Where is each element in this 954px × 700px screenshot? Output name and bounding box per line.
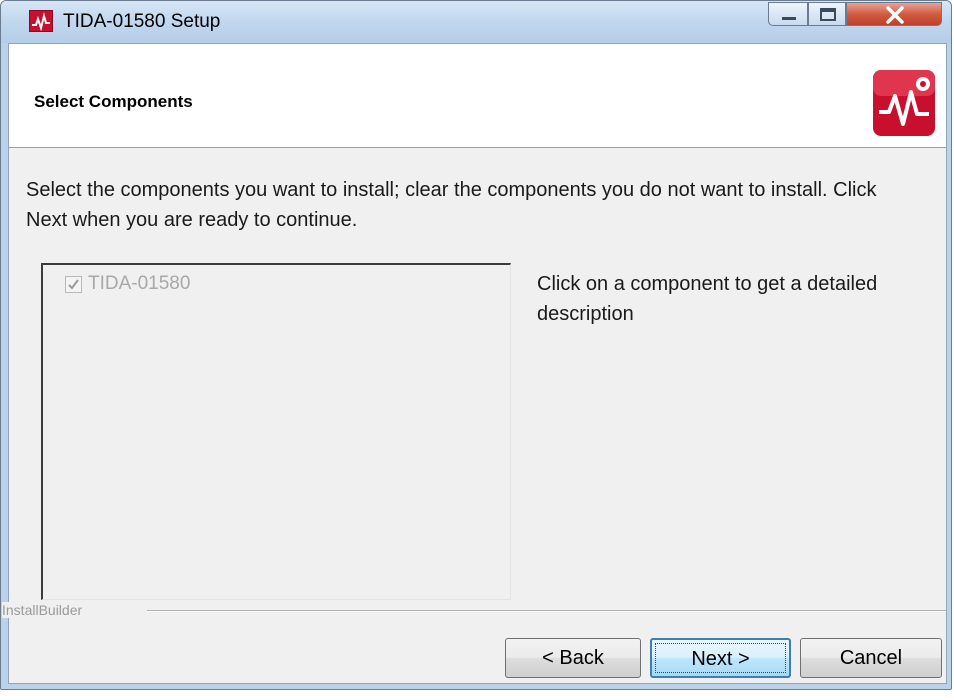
page-header: Select Components [9, 44, 946, 148]
close-icon [886, 6, 904, 24]
setup-window: TIDA-01580 Setup Select Components Selec… [0, 0, 952, 690]
checkmark-icon [68, 279, 79, 290]
minimize-button[interactable] [768, 2, 808, 26]
red-waveform-logo-icon [871, 68, 937, 138]
maximize-button[interactable] [808, 2, 846, 26]
minimize-icon [782, 17, 796, 20]
window-title: TIDA-01580 Setup [63, 11, 221, 32]
footer-divider [147, 610, 946, 612]
close-button[interactable] [846, 2, 942, 26]
component-checkbox[interactable] [65, 276, 82, 293]
component-list[interactable]: TIDA-01580 [41, 263, 511, 600]
component-description: Click on a component to get a detailed d… [537, 273, 878, 325]
next-button[interactable]: Next > [650, 638, 791, 678]
component-label: TIDA-01580 [88, 273, 191, 294]
client-area: Select Components Select the components … [2, 43, 947, 684]
focus-indicator [655, 643, 786, 673]
brand-label: InstallBuilder [2, 602, 89, 618]
page-title: Select Components [34, 92, 193, 111]
cancel-button[interactable]: Cancel [800, 638, 942, 678]
title-bar[interactable]: TIDA-01580 Setup [1, 1, 951, 43]
instructions-text: Select the components you want to instal… [26, 179, 877, 231]
back-button[interactable]: < Back [505, 638, 641, 678]
installer-app-icon [29, 10, 53, 32]
maximize-icon [820, 8, 836, 21]
